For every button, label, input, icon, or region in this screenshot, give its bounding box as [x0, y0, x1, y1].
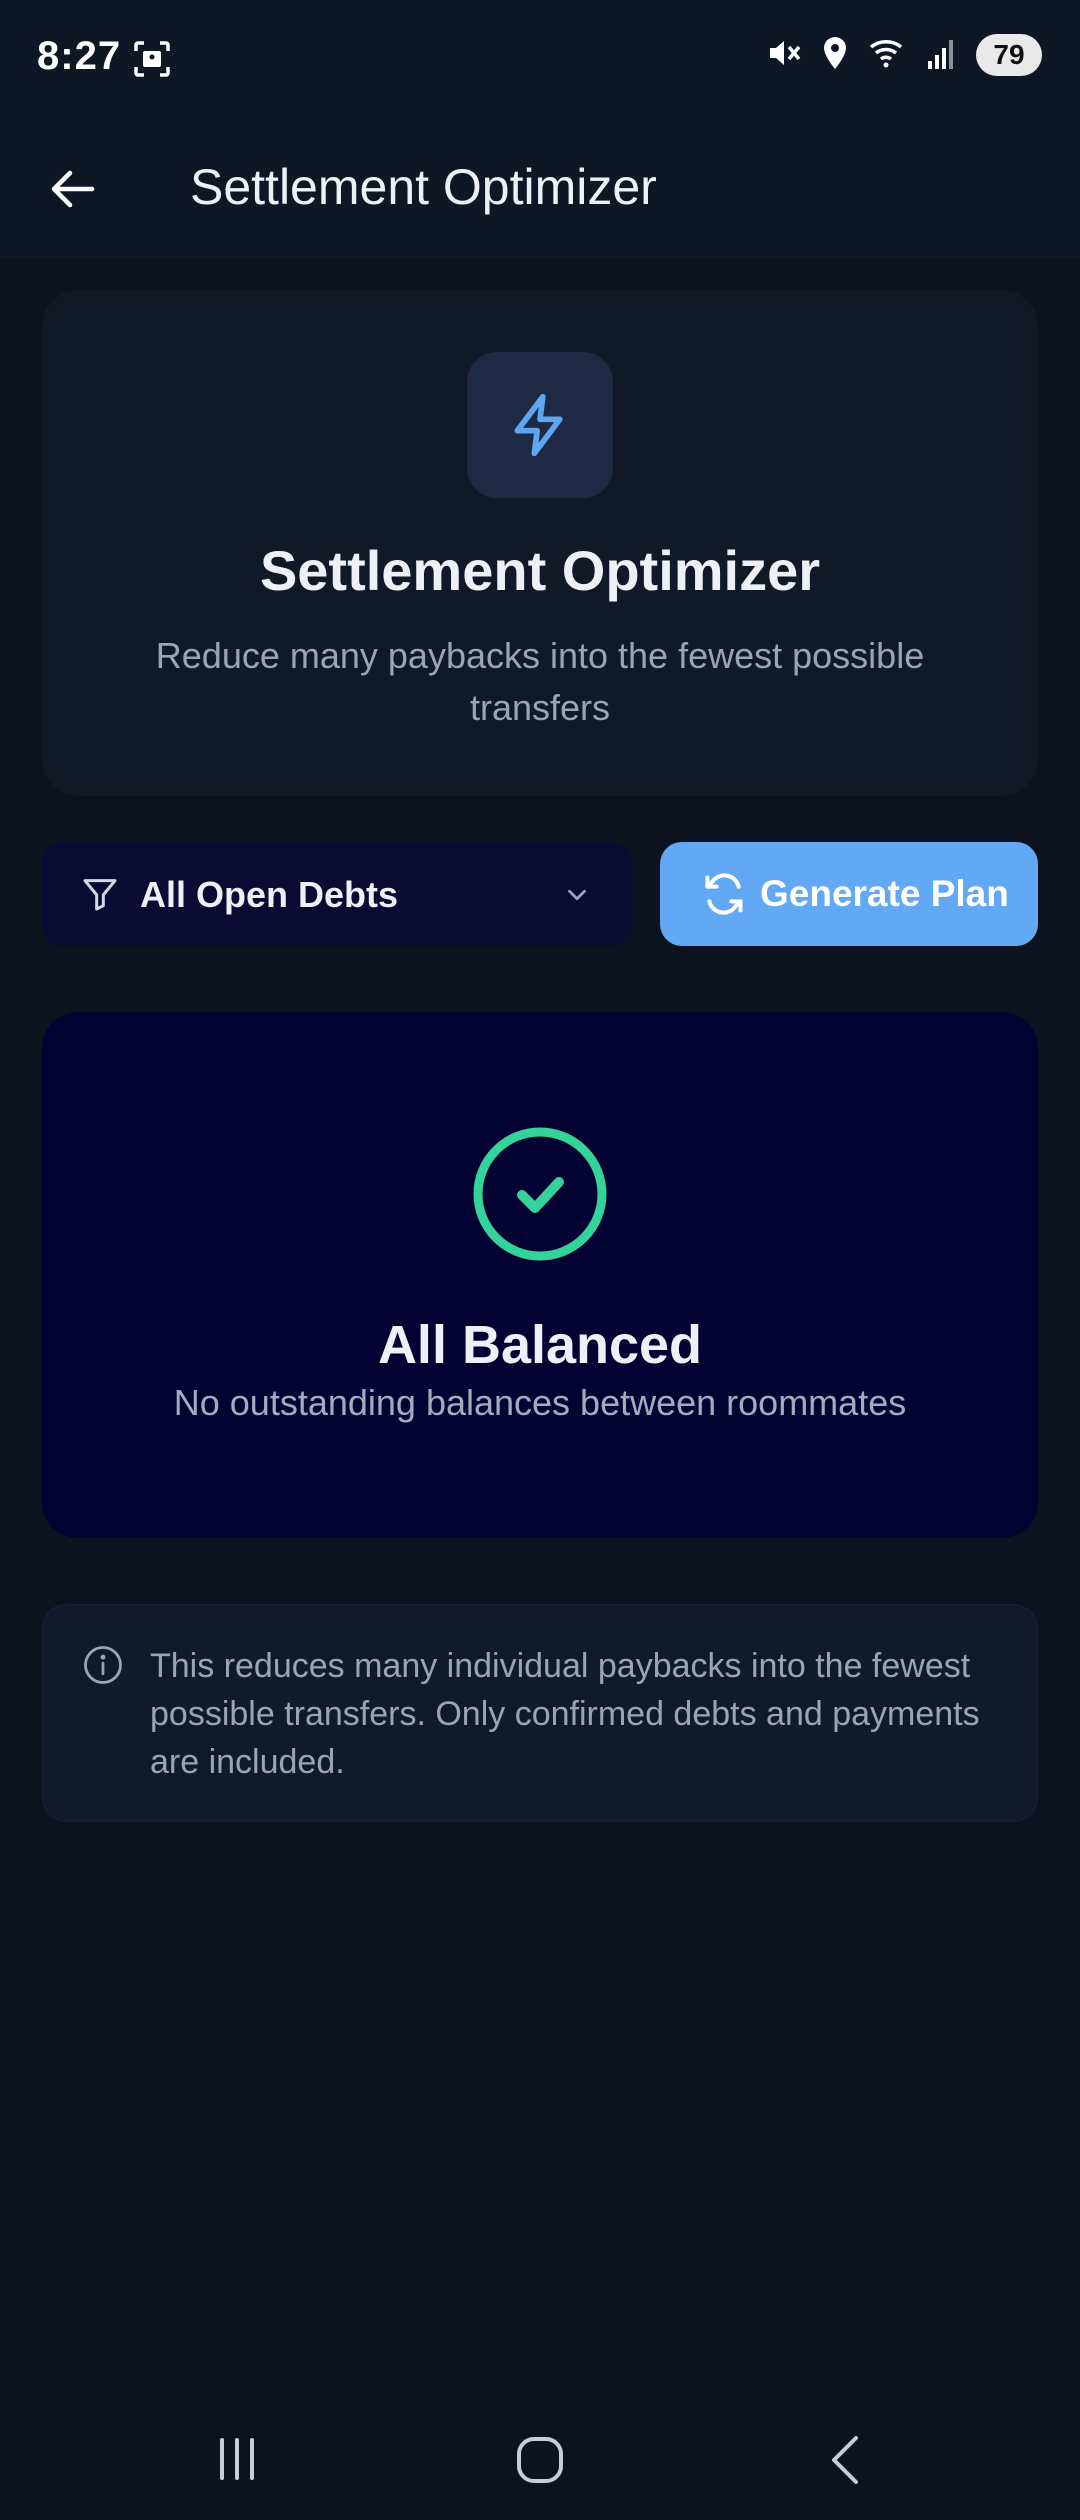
back-button[interactable] [42, 158, 104, 220]
balanced-title: All Balanced [377, 1315, 703, 1375]
hero-card: Settlement Optimizer Reduce many payback… [42, 290, 1038, 796]
page-title: Settlement Optimizer [190, 159, 657, 215]
balanced-status-card: All Balanced No outstanding balances bet… [42, 1012, 1038, 1538]
system-nav-bar [0, 2400, 1080, 2520]
filter-icon [80, 874, 120, 919]
balanced-subtitle: No outstanding balances between roommate… [173, 1382, 907, 1423]
mute-icon [766, 35, 802, 76]
signal-icon [926, 35, 958, 76]
info-icon [82, 1644, 124, 1691]
hero-subtitle: Reduce many paybacks into the fewest pos… [155, 635, 925, 728]
status-icons: 79 [766, 34, 1042, 76]
wifi-icon [868, 35, 908, 76]
hero-icon-box [467, 352, 613, 498]
recents-icon[interactable] [214, 2436, 260, 2487]
lightning-icon [514, 393, 563, 457]
refresh-icon [702, 872, 746, 921]
location-icon [820, 35, 850, 76]
back-icon[interactable] [822, 2434, 868, 2491]
arrow-left-icon [51, 170, 95, 208]
generate-plan-label: Generate Plan [760, 873, 1009, 914]
status-bar: 8:27 79 [0, 0, 1080, 120]
app-bar: Settlement Optimizer [0, 120, 1080, 258]
debt-filter-select[interactable]: All Open Debts [42, 842, 632, 946]
chevron-down-icon [562, 880, 592, 915]
status-time: 8:27 [37, 34, 122, 78]
battery-icon: 79 [976, 34, 1042, 76]
info-card: This reduces many individual paybacks in… [42, 1604, 1038, 1822]
info-text: This reduces many individual paybacks in… [150, 1647, 980, 1781]
generate-plan-button[interactable]: Generate Plan [660, 842, 1038, 946]
check-circle-icon [470, 1124, 610, 1269]
screenshot-icon [133, 40, 171, 83]
hero-title: Settlement Optimizer [259, 539, 821, 602]
home-icon[interactable] [514, 2434, 566, 2491]
filter-selected-value: All Open Debts [140, 874, 399, 915]
